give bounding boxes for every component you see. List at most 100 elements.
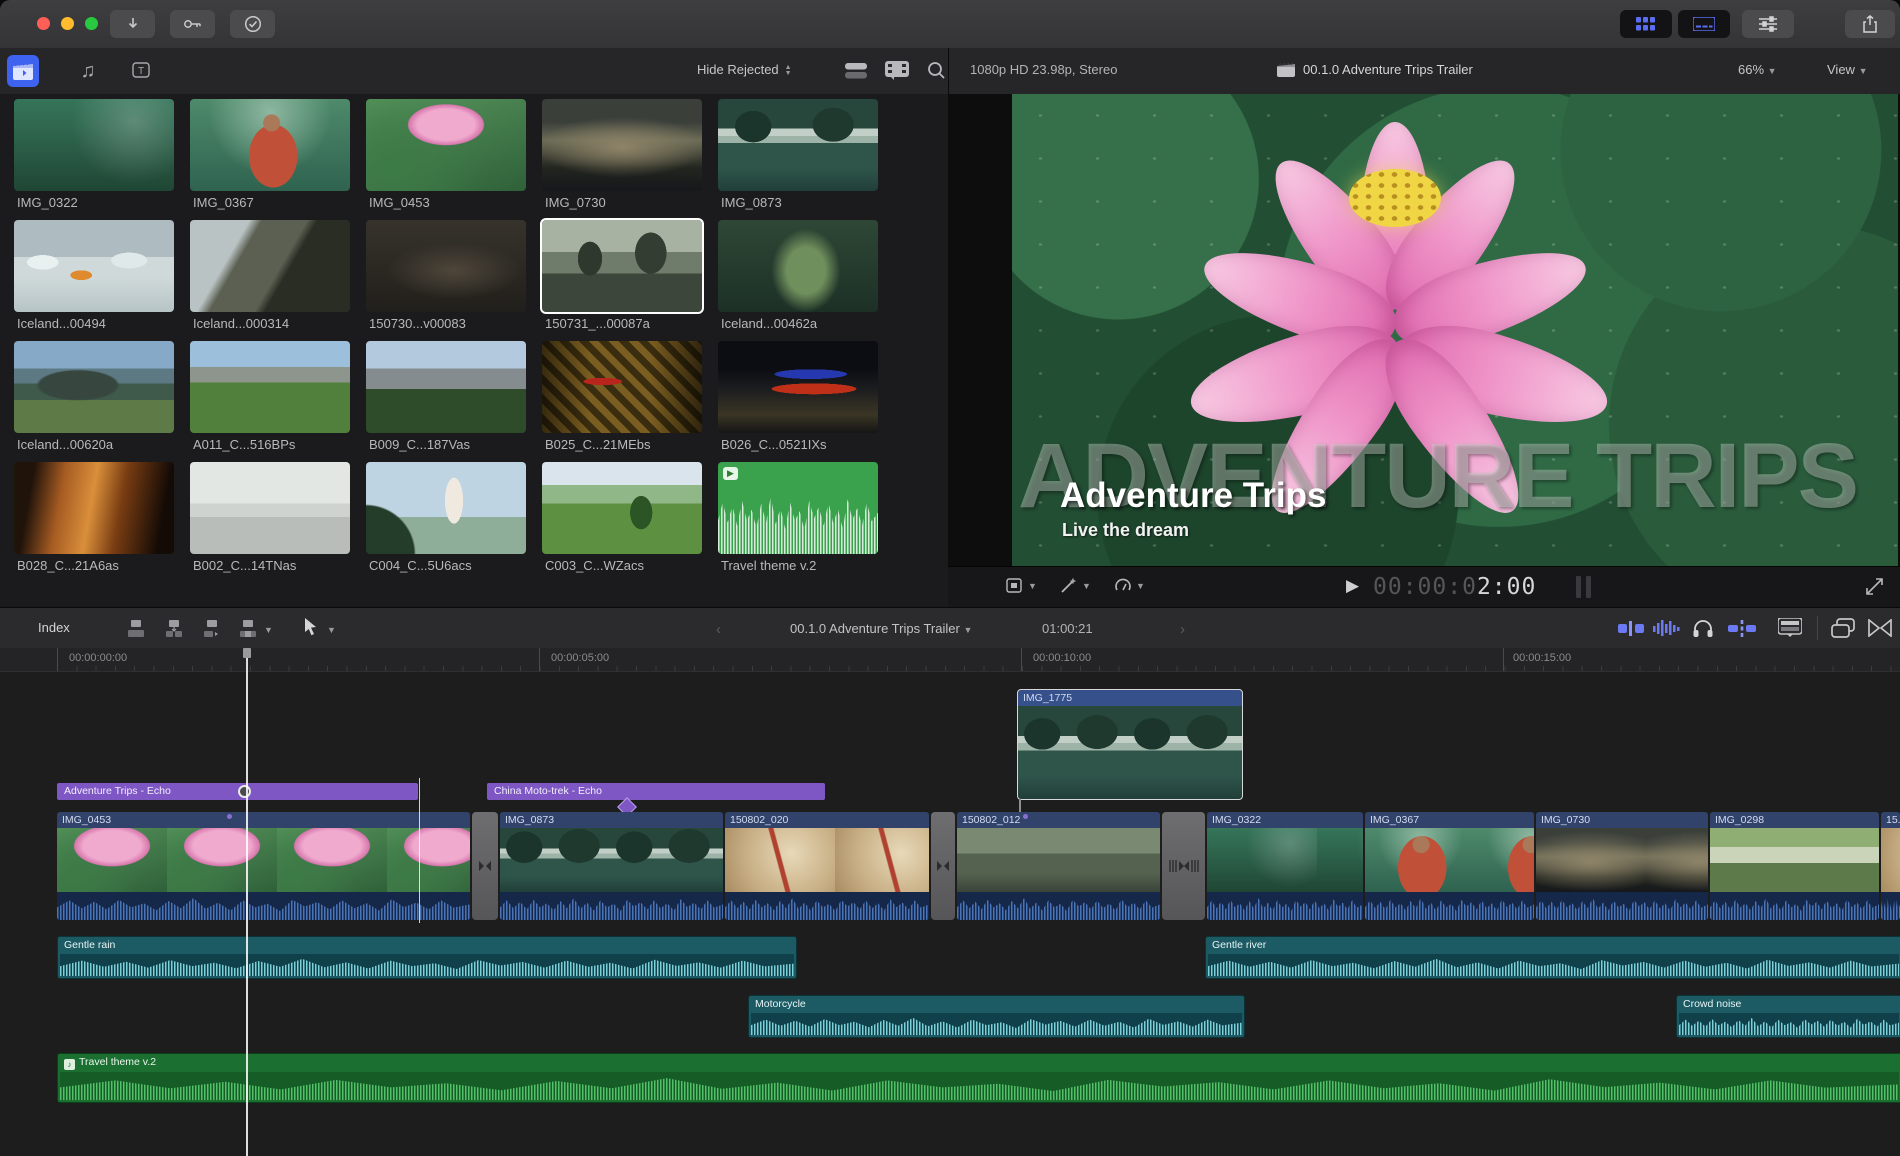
clip-thumbnail[interactable] — [542, 462, 702, 554]
timeline-audio-clip[interactable]: Crowd noise — [1676, 995, 1900, 1038]
timeline-video-clip[interactable]: IMG_0322 — [1207, 812, 1363, 920]
browser-clip[interactable]: IMG_0453 — [366, 99, 526, 220]
search-button[interactable] — [927, 61, 946, 80]
import-media-button[interactable] — [110, 10, 155, 38]
timeline-audio-clip[interactable]: Gentle river — [1205, 936, 1900, 979]
transition-clip[interactable] — [931, 812, 955, 920]
previous-project-button[interactable]: ‹ — [716, 621, 721, 638]
insert-clip-button[interactable] — [164, 618, 184, 638]
clip-thumbnail[interactable] — [542, 99, 702, 191]
timeline-audio-clip[interactable]: Gentle rain — [57, 936, 797, 979]
tab-sound-effects[interactable]: ♫ — [72, 55, 104, 87]
clip-thumbnail[interactable] — [14, 220, 174, 312]
browser-clip[interactable]: IMG_0322 — [14, 99, 174, 220]
clip-thumbnail[interactable] — [366, 462, 526, 554]
timeline-music-clip[interactable]: ♪Travel theme v.2 — [57, 1053, 1900, 1103]
browser-clip-selected[interactable]: 150731_...00087a — [542, 220, 702, 341]
viewer-view-dropdown[interactable]: View ▼ — [1827, 62, 1868, 77]
timeline-video-clip[interactable]: 15... — [1881, 812, 1900, 920]
filmstrip-view-button[interactable] — [885, 61, 909, 80]
clip-thumbnail[interactable] — [718, 220, 878, 312]
timeline-connected-clip[interactable]: IMG_1775 — [1018, 690, 1242, 799]
audio-clip-thumbnail[interactable]: ▶ — [718, 462, 878, 554]
clip-thumbnail[interactable] — [190, 462, 350, 554]
clip-thumbnail[interactable] — [190, 341, 350, 433]
filter-dropdown[interactable]: Hide Rejected▲▼ — [697, 62, 792, 77]
browser-clip[interactable]: Iceland...000314 — [190, 220, 350, 341]
close-button[interactable] — [37, 17, 50, 30]
append-clip-button[interactable] — [202, 618, 222, 638]
playhead-handle[interactable] — [243, 648, 251, 658]
browser-clip-audio[interactable]: ▶ Travel theme v.2 — [718, 462, 878, 583]
clip-thumbnail[interactable] — [366, 99, 526, 191]
show-browser-button[interactable] — [1620, 10, 1672, 38]
index-button[interactable]: Index — [38, 620, 70, 635]
viewer-zoom-dropdown[interactable]: 66% ▼ — [1738, 62, 1777, 77]
zoom-button[interactable] — [85, 17, 98, 30]
transition-clip[interactable] — [472, 812, 498, 920]
show-timeline-button[interactable] — [1678, 10, 1730, 38]
fullscreen-button[interactable] — [1866, 578, 1883, 595]
browser-clip[interactable]: B025_C...21MEbs — [542, 341, 702, 462]
timeline-video-clip[interactable]: IMG_0367 — [1365, 812, 1534, 920]
background-tasks-button[interactable] — [230, 10, 275, 38]
timeline-audio-clip[interactable]: Motorcycle — [748, 995, 1245, 1038]
timeline-title-clip[interactable]: China Moto-trek - Echo — [487, 783, 825, 800]
effects-dropdown[interactable]: ▼ — [1060, 577, 1091, 594]
browser-clip[interactable]: IMG_0367 — [190, 99, 350, 220]
chevron-down-icon[interactable]: ▼ — [264, 625, 273, 635]
tab-titles-generators[interactable]: T — [126, 55, 158, 87]
timeline-video-clip[interactable]: IMG_0453 — [57, 812, 470, 920]
clip-thumbnail[interactable] — [366, 220, 526, 312]
browser-clip[interactable]: C003_C...WZacs — [542, 462, 702, 583]
timeline-video-clip[interactable]: IMG_0730 — [1536, 812, 1708, 920]
browser-clip[interactable]: B026_C...0521IXs — [718, 341, 878, 462]
clip-thumbnail[interactable] — [14, 462, 174, 554]
skimming-toggle[interactable] — [1618, 620, 1644, 637]
browser-clip[interactable]: IMG_0873 — [718, 99, 878, 220]
play-button[interactable]: ▶ — [1346, 576, 1359, 596]
transitions-browser-button[interactable] — [1868, 619, 1892, 637]
inspector-button[interactable] — [1742, 10, 1794, 38]
connect-clip-button[interactable] — [126, 618, 146, 638]
timeline-video-clip[interactable]: IMG_0873 — [500, 812, 723, 920]
clip-thumbnail[interactable] — [718, 99, 878, 191]
browser-clip[interactable]: A011_C...516BPs — [190, 341, 350, 462]
overwrite-clip-button[interactable] — [238, 618, 258, 638]
browser-clip[interactable]: Iceland...00462a — [718, 220, 878, 341]
clip-thumbnail[interactable] — [190, 99, 350, 191]
snapping-toggle[interactable] — [1728, 620, 1756, 637]
browser-clip[interactable]: B002_C...14TNas — [190, 462, 350, 583]
list-view-button[interactable] — [845, 62, 867, 79]
browser-clip[interactable]: IMG_0730 — [542, 99, 702, 220]
share-button[interactable] — [1845, 10, 1895, 38]
browser-clip[interactable]: B028_C...21A6as — [14, 462, 174, 583]
clip-thumbnail[interactable] — [14, 99, 174, 191]
browser-clip[interactable]: C004_C...5U6acs — [366, 462, 526, 583]
timeline-project-dropdown[interactable]: 00.1.0 Adventure Trips Trailer ▼ — [790, 621, 972, 636]
audio-skimming-toggle[interactable] — [1652, 618, 1682, 638]
clip-appearance-button[interactable] — [1778, 618, 1802, 638]
solo-toggle[interactable] — [1692, 617, 1714, 639]
clip-thumbnail[interactable] — [542, 220, 702, 312]
timeline-ruler[interactable]: 00:00:00:00 00:00:05:00 00:00:10:00 00:0… — [0, 648, 1900, 672]
tool-select-button[interactable] — [304, 618, 319, 637]
browser-clip[interactable]: Iceland...00620a — [14, 341, 174, 462]
duplicate-project-button[interactable] — [1831, 618, 1855, 638]
clip-thumbnail[interactable] — [718, 341, 878, 433]
timeline-video-clip[interactable]: 150802_020 — [725, 812, 929, 920]
browser-clip[interactable]: B009_C...187Vas — [366, 341, 526, 462]
crop-transform-dropdown[interactable]: ▼ — [1006, 578, 1037, 594]
clip-thumbnail[interactable] — [14, 341, 174, 433]
timeline-video-clip[interactable]: 150802_012 — [957, 812, 1160, 920]
browser-clip[interactable]: Iceland...00494 — [14, 220, 174, 341]
chevron-down-icon[interactable]: ▼ — [327, 625, 336, 635]
next-project-button[interactable]: › — [1180, 621, 1185, 638]
clip-thumbnail[interactable] — [542, 341, 702, 433]
clip-thumbnail[interactable] — [366, 341, 526, 433]
retime-dropdown[interactable]: ▼ — [1114, 577, 1145, 594]
tab-media-browser[interactable] — [7, 55, 39, 87]
clip-thumbnail[interactable] — [190, 220, 350, 312]
timeline-video-clip[interactable]: IMG_0298 — [1710, 812, 1879, 920]
keywords-button[interactable] — [170, 10, 215, 38]
